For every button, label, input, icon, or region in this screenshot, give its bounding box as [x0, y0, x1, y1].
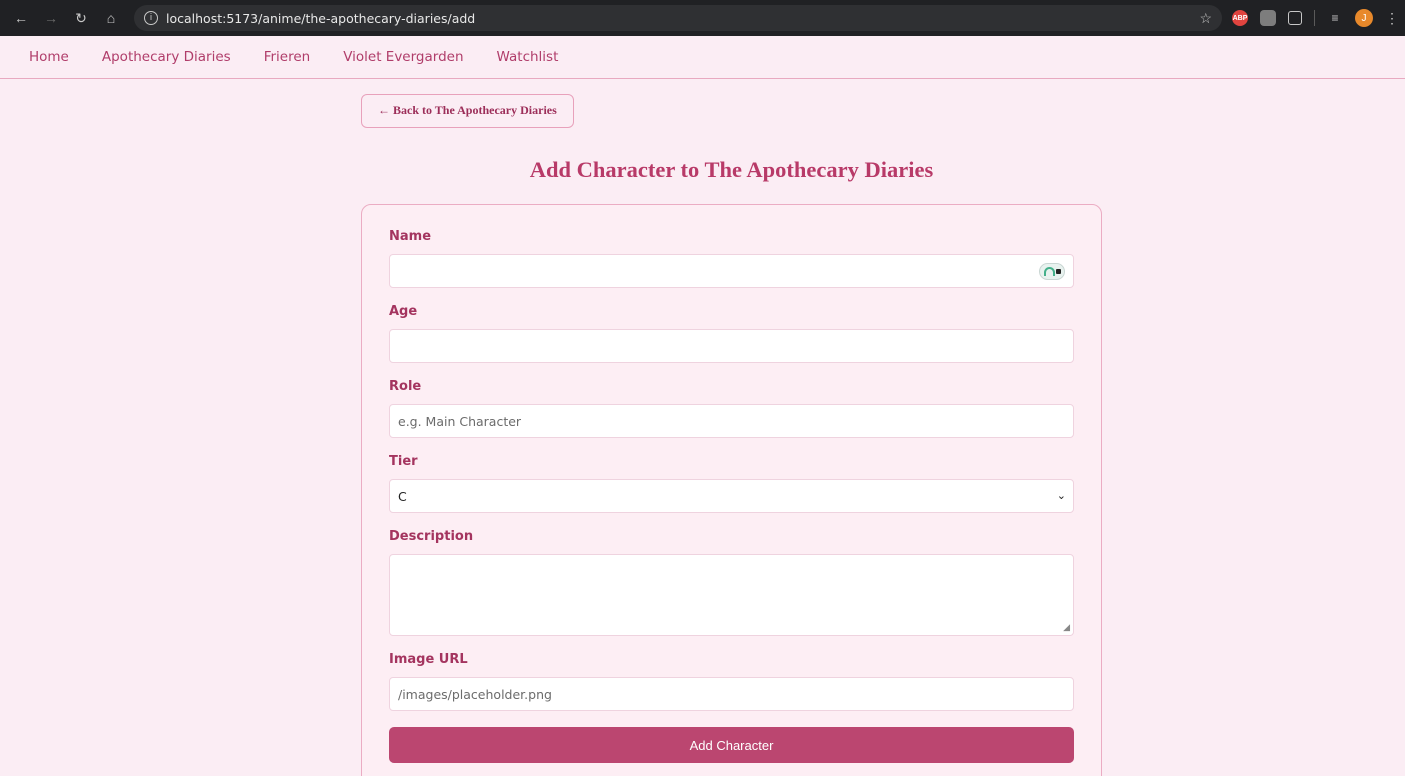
browser-menu-icon[interactable]: ⋮	[1385, 10, 1399, 27]
toolbar-divider	[1314, 10, 1315, 26]
main-content: ← Back to The Apothecary Diaries Add Cha…	[361, 94, 1102, 776]
forward-arrow-icon[interactable]: →	[40, 7, 62, 29]
role-label: Role	[389, 379, 422, 394]
tier-label: Tier	[389, 454, 418, 469]
profile-avatar[interactable]: J	[1355, 9, 1373, 27]
tier-select[interactable]: C ⌄	[389, 479, 1074, 513]
address-bar[interactable]: i localhost:5173/anime/the-apothecary-di…	[134, 5, 1222, 31]
image-url-field-group: Image URL /images/placeholder.png	[389, 652, 1074, 711]
extensions-puzzle-icon[interactable]	[1288, 11, 1302, 25]
name-input[interactable]	[389, 254, 1074, 288]
image-url-value: /images/placeholder.png	[398, 686, 552, 702]
add-character-button[interactable]: Add Character	[389, 727, 1074, 763]
adblock-extension-icon[interactable]: ABP	[1232, 10, 1248, 26]
chevron-down-icon: ⌄	[1056, 489, 1066, 502]
site-nav: Home Apothecary Diaries Frieren Violet E…	[0, 36, 1405, 79]
extensions-area: ABP ≡ J ⋮	[1232, 9, 1399, 27]
resize-handle-icon[interactable]: ◢	[1063, 623, 1070, 633]
tier-field-group: Tier C ⌄	[389, 454, 1074, 513]
address-url[interactable]: localhost:5173/anime/the-apothecary-diar…	[166, 11, 475, 26]
media-controls-icon[interactable]: ≡	[1327, 10, 1343, 26]
home-icon[interactable]: ⌂	[100, 7, 122, 29]
role-input[interactable]: e.g. Main Character	[389, 404, 1074, 438]
role-placeholder: e.g. Main Character	[398, 413, 522, 429]
name-label: Name	[389, 229, 432, 244]
age-input[interactable]	[389, 329, 1074, 363]
add-character-form: Name Age Role e.g. Main Character Tier C…	[361, 204, 1102, 776]
nav-violet-evergarden[interactable]: Violet Evergarden	[343, 49, 463, 65]
site-info-icon[interactable]: i	[144, 11, 158, 25]
image-url-label: Image URL	[389, 652, 468, 667]
age-field-group: Age	[389, 304, 1074, 363]
image-url-input[interactable]: /images/placeholder.png	[389, 677, 1074, 711]
role-field-group: Role e.g. Main Character	[389, 379, 1074, 438]
nav-watchlist[interactable]: Watchlist	[497, 49, 559, 65]
back-to-anime-button[interactable]: ← Back to The Apothecary Diaries	[361, 94, 574, 128]
extension-icon[interactable]	[1260, 10, 1276, 26]
bookmark-star-icon[interactable]: ☆	[1199, 10, 1212, 27]
password-manager-arc-icon	[1043, 267, 1055, 276]
back-arrow-icon[interactable]: ←	[10, 7, 32, 29]
lock-icon	[1055, 269, 1061, 274]
name-field-group: Name	[389, 229, 1074, 288]
age-label: Age	[389, 304, 418, 319]
password-manager-icon[interactable]	[1039, 263, 1065, 280]
description-textarea[interactable]: ◢	[389, 554, 1074, 636]
tier-selected-value: C	[398, 488, 407, 504]
page-title: Add Character to The Apothecary Diaries	[529, 157, 934, 182]
nav-home[interactable]: Home	[29, 49, 69, 65]
nav-apothecary-diaries[interactable]: Apothecary Diaries	[102, 49, 231, 65]
browser-toolbar: ← → ↻ ⌂ i localhost:5173/anime/the-apoth…	[0, 0, 1405, 36]
description-field-group: Description ◢	[389, 529, 1074, 636]
nav-frieren[interactable]: Frieren	[264, 49, 311, 65]
reload-icon[interactable]: ↻	[70, 7, 92, 29]
description-label: Description	[389, 529, 474, 544]
